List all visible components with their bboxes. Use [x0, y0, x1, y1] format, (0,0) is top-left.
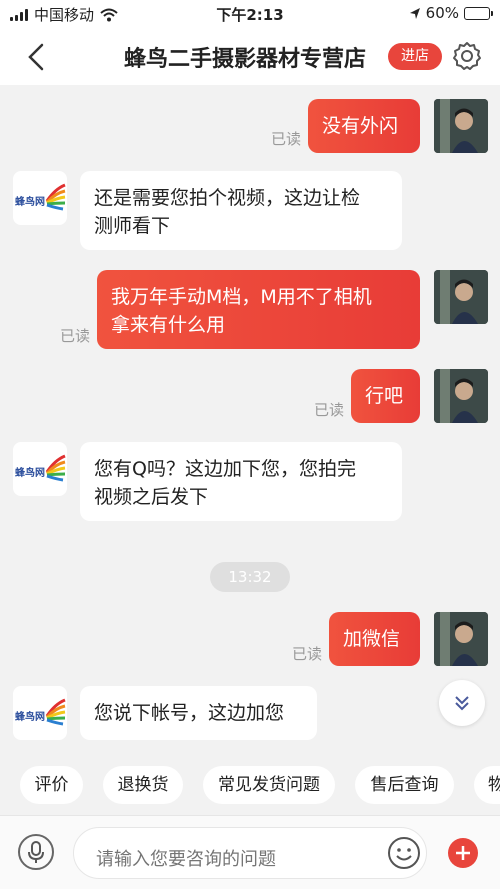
timestamp-divider: 13:32 [210, 562, 290, 592]
message-bubble-sent[interactable]: 没有外闪 [308, 99, 420, 153]
read-receipt: 已读 [292, 645, 323, 663]
more-options-button[interactable] [448, 838, 478, 868]
fengniao-logo-icon: 蜂鸟网 [15, 454, 66, 482]
shop-logo-text: 蜂鸟网 [15, 710, 45, 723]
message-line: 您有Q吗？这边加下您，您拍完 [94, 458, 356, 480]
quick-action-aftersales[interactable]: 售后查询 [355, 766, 454, 804]
chat-header: 蜂鸟二手摄影器材专营店 进店 [0, 28, 500, 85]
voice-input-button[interactable] [18, 834, 54, 870]
message-bubble-sent[interactable]: 我万年手动M档，M用不了相机 拿来有什么用 [97, 270, 420, 349]
message-bubble-sent[interactable]: 行吧 [351, 369, 420, 423]
emoji-icon[interactable] [387, 836, 421, 870]
enter-shop-button[interactable]: 进店 [388, 43, 442, 70]
shop-avatar[interactable]: 蜂鸟网 [13, 442, 67, 496]
quick-action-shipping-faq[interactable]: 常见发货问题 [203, 766, 335, 804]
battery-percent: 60% [425, 4, 459, 22]
message-line: 还是需要您拍个视频，这边让检 [94, 187, 361, 209]
microphone-icon [28, 841, 44, 863]
back-arrow-icon[interactable] [20, 40, 54, 74]
message-line: 拿来有什么用 [111, 314, 226, 336]
battery-icon [464, 6, 493, 20]
status-right: 60% [409, 4, 493, 22]
shop-avatar[interactable]: 蜂鸟网 [13, 686, 67, 740]
message-bubble-received[interactable]: 您有Q吗？这边加下您，您拍完 视频之后发下 [80, 442, 402, 521]
read-receipt: 已读 [271, 130, 302, 148]
shop-title: 蜂鸟二手摄影器材专营店 [123, 47, 366, 72]
double-chevron-down-icon [455, 696, 469, 711]
input-bar [0, 815, 500, 889]
status-bar: 中国移动 下午2:13 60% [0, 0, 500, 28]
message-bubble-received[interactable]: 还是需要您拍个视频，这边让检 测师看下 [80, 171, 402, 250]
user-avatar[interactable] [434, 369, 488, 423]
user-avatar[interactable] [434, 99, 488, 153]
scroll-to-bottom-button[interactable] [439, 680, 485, 726]
fengniao-logo-icon: 蜂鸟网 [15, 698, 66, 726]
message-line: 我万年手动M档，M用不了相机 [111, 286, 372, 308]
shop-avatar[interactable]: 蜂鸟网 [13, 171, 67, 225]
quick-action-bar: 评价 退换货 常见发货问题 售后查询 物 [0, 766, 500, 806]
message-line: 视频之后发下 [94, 486, 209, 508]
settings-gear-icon[interactable] [451, 40, 483, 72]
quick-action-review[interactable]: 评价 [20, 766, 83, 804]
read-receipt: 已读 [314, 401, 345, 419]
plus-icon [456, 846, 470, 860]
quick-action-more[interactable]: 物 [474, 766, 500, 804]
message-bubble-received[interactable]: 您说下帐号，这边加您 [80, 686, 317, 740]
message-input[interactable] [73, 827, 427, 879]
fengniao-logo-icon: 蜂鸟网 [15, 183, 66, 211]
user-avatar[interactable] [434, 270, 488, 324]
shop-logo-text: 蜂鸟网 [15, 195, 45, 208]
message-list[interactable]: 已读 没有外闪 蜂鸟网 还是需要您拍个视频，这边让检 测师看下 已读 我万年手动… [0, 85, 500, 755]
location-icon [409, 7, 420, 19]
message-bubble-sent[interactable]: 加微信 [329, 612, 420, 666]
user-avatar[interactable] [434, 612, 488, 666]
shop-logo-text: 蜂鸟网 [15, 466, 45, 479]
quick-action-return[interactable]: 退换货 [103, 766, 183, 804]
read-receipt: 已读 [60, 327, 91, 345]
message-line: 测师看下 [94, 215, 171, 237]
